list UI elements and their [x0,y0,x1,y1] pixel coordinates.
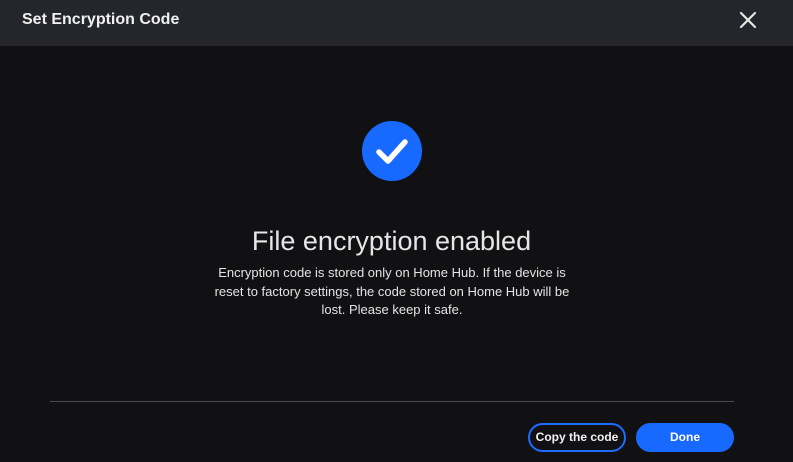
footer-divider [50,401,734,402]
close-icon [739,11,757,29]
done-button[interactable]: Done [636,423,734,452]
status-title: File encryption enabled [251,226,532,256]
status-description: Encryption code is stored only on Home H… [214,265,570,317]
checkmark-circle-icon [362,121,422,181]
dialog-header: Set Encryption Code [0,0,793,46]
copy-code-button[interactable]: Copy the code [528,423,626,452]
encryption-dialog: Set Encryption Code File encryption enab… [0,0,793,462]
close-button[interactable] [733,5,763,35]
dialog-title: Set Encryption Code [22,11,180,28]
